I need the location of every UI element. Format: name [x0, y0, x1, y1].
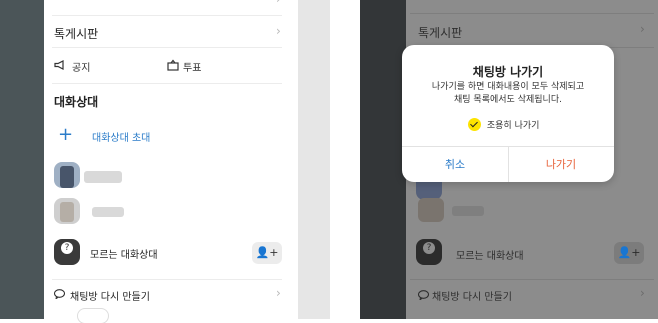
right-edge-strip [298, 0, 330, 319]
quiet-leave-checkbox[interactable]: 조용히 나가기 [468, 118, 539, 134]
recreate-chat-label: 채팅방 다시 만들기 [70, 292, 150, 303]
chevron-right-icon: › [276, 286, 281, 300]
bottom-bubble [78, 309, 108, 323]
unknown-member-label: 모르는 대화상대 [456, 251, 524, 262]
recreate-chat-label: 채팅방 다시 만들기 [432, 292, 512, 303]
divider [52, 15, 282, 16]
leave-button[interactable]: 나가기 [508, 147, 614, 182]
unknown-member-label: 모르는 대화상대 [90, 250, 158, 261]
cancel-button[interactable]: 취소 [402, 147, 508, 182]
member-name-redacted [452, 206, 484, 216]
bulletin-label: 톡게시판 [418, 26, 463, 40]
add-friend-button[interactable]: 👤+ [252, 242, 282, 264]
recreate-chat-row[interactable]: 채팅방 다시 만들기 › [54, 286, 288, 303]
invite-member-row[interactable]: + 대화상대 초대 [54, 124, 284, 148]
megaphone-icon [54, 60, 64, 70]
speech-bubble-icon [418, 290, 429, 300]
bulletin-row[interactable]: 톡게시판 › [44, 22, 298, 44]
avatar: ? [54, 239, 80, 265]
add-person-icon: 👤+ [255, 246, 279, 259]
bulletin-label: 톡게시판 [54, 27, 99, 41]
chevron-right-icon: › [640, 286, 645, 300]
divider [52, 83, 282, 84]
unknown-member-row[interactable]: ? 모르는 대화상대 👤+ [54, 238, 288, 268]
avatar-photo [60, 166, 74, 188]
chevron-right-icon: › [276, 24, 281, 38]
vote-label: 투표 [183, 63, 202, 74]
check-icon [468, 118, 481, 131]
dialog-message: 나가기를 하면 대화내용이 모두 삭제되고 채팅 목록에서도 삭제됩니다. [431, 82, 585, 105]
member-row[interactable] [54, 196, 284, 226]
add-person-icon: 👤+ [617, 246, 641, 259]
member-name-redacted [92, 207, 124, 217]
vote-icon [167, 59, 179, 71]
member-name-redacted [84, 171, 122, 183]
notice-label: 공지 [72, 63, 91, 74]
divider [410, 13, 654, 14]
avatar: ? [416, 239, 442, 265]
divider [52, 47, 282, 48]
invite-label: 대화상대 초대 [92, 133, 151, 144]
leave-chat-dialog: 채팅방 나가기 나가기를 하면 대화내용이 모두 삭제되고 채팅 목록에서도 삭… [402, 45, 614, 182]
add-friend-button[interactable]: 👤+ [614, 242, 644, 264]
chat-drawer-panel: › 톡게시판 › 공지 투표 대화상대 + 대화상대 초대 ? [44, 0, 298, 323]
chevron-right-icon: › [640, 22, 645, 36]
members-section-title: 대화상대 [54, 95, 99, 109]
speech-bubble-icon [54, 289, 65, 299]
top-row-cut: › [44, 0, 298, 8]
chevron-right-icon: › [276, 0, 281, 6]
dialog-title: 채팅방 나가기 [472, 65, 544, 79]
avatar [418, 198, 444, 222]
screenshot-gap [330, 0, 360, 319]
quiet-leave-label: 조용히 나가기 [486, 121, 540, 131]
divider [410, 279, 654, 280]
divider [52, 279, 282, 280]
question-icon: ? [423, 242, 435, 254]
plus-icon: + [58, 124, 74, 145]
question-icon: ? [61, 242, 73, 254]
member-row[interactable] [54, 160, 284, 190]
avatar-photo [60, 202, 74, 222]
